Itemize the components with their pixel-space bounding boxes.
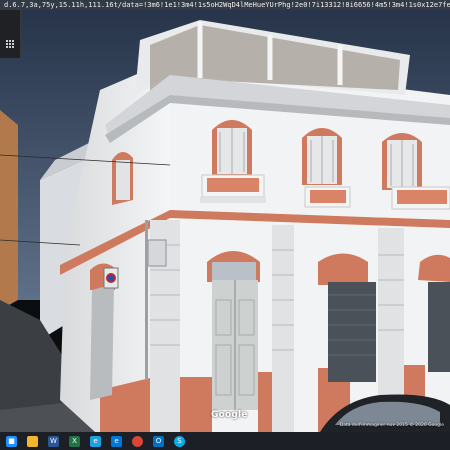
upper-window-2 (302, 128, 342, 185)
chrome-icon[interactable] (132, 435, 143, 447)
image-date-label: Data dell'immagine: nov 2015 © 2020 Goog… (339, 423, 444, 428)
windows-start-icon[interactable]: ■ (6, 435, 17, 447)
upper-window-3 (382, 133, 422, 190)
skype-icon[interactable]: S (174, 435, 185, 447)
balcony-1 (200, 174, 266, 203)
url-bar[interactable]: d.6.7,3a,75y,15.11h,111.16t/data=!3m6!1e… (0, 0, 450, 10)
street-view-screen[interactable]: d.6.7,3a,75y,15.11h,111.16t/data=!3m6!1e… (0, 0, 450, 432)
menu-dots-icon[interactable] (6, 40, 14, 48)
street-view-photo[interactable] (0, 0, 450, 432)
entrance-door (207, 251, 260, 410)
utility-box (147, 239, 167, 267)
pole (145, 220, 148, 380)
google-watermark: Google (211, 410, 248, 420)
excel-icon[interactable]: X (69, 435, 80, 447)
file-explorer-icon[interactable] (27, 435, 38, 447)
edge-icon[interactable]: e (111, 435, 122, 447)
street-view-side-panel[interactable] (0, 10, 21, 58)
left-building-beige (0, 110, 18, 310)
taskbar: ■ W X e e O S (0, 432, 450, 450)
internet-explorer-icon[interactable]: e (90, 435, 101, 447)
balcony-2 (304, 186, 351, 208)
outlook-icon[interactable]: O (153, 435, 164, 447)
left-upper-window (112, 151, 133, 205)
upper-window-1 (212, 120, 252, 175)
word-icon[interactable]: W (48, 435, 59, 447)
balcony-3 (391, 186, 450, 210)
